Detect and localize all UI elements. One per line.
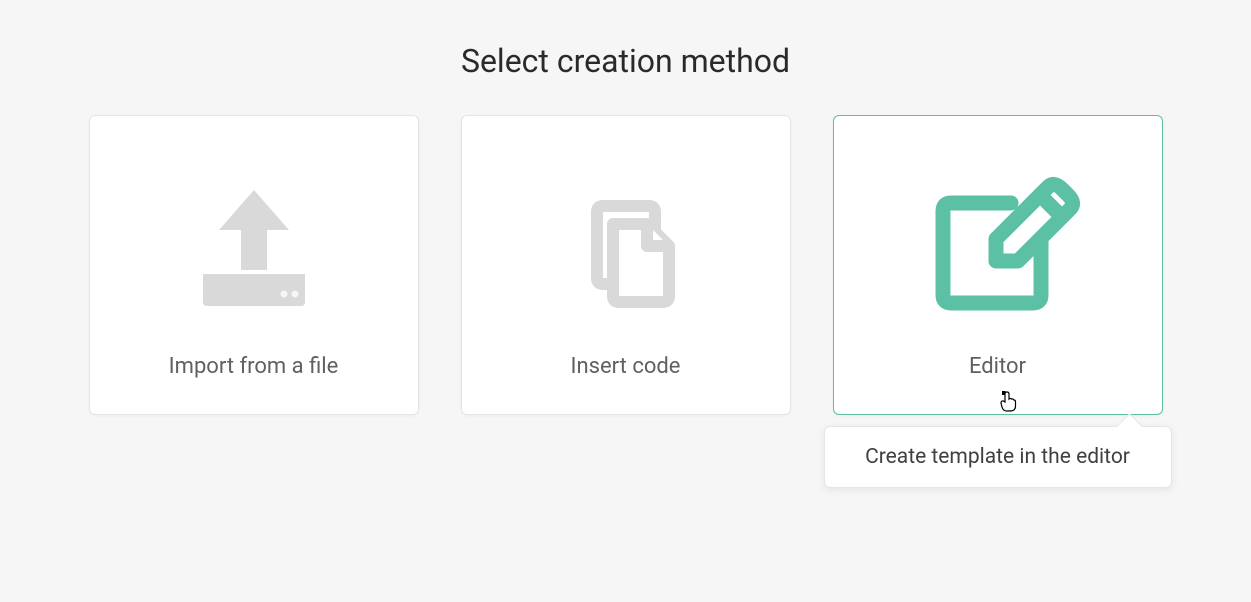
card-label: Editor [969,354,1026,379]
tooltip-text: Create template in the editor [865,445,1130,469]
card-editor[interactable]: Editor Create template in the editor [833,115,1163,415]
page-title: Select creation method [0,42,1251,80]
card-insert-code[interactable]: Insert code [461,115,791,415]
card-label: Import from a file [169,354,339,379]
cards-row: Import from a file Insert code [0,115,1251,415]
card-import-from-file[interactable]: Import from a file [89,115,419,415]
edit-icon [913,162,1083,332]
upload-icon [179,162,329,332]
tooltip: Create template in the editor [824,426,1172,488]
mouse-cursor-icon [998,391,1018,413]
creation-method-panel: Select creation method Import from a fil… [0,0,1251,415]
documents-icon [551,162,701,332]
card-label: Insert code [571,354,681,379]
